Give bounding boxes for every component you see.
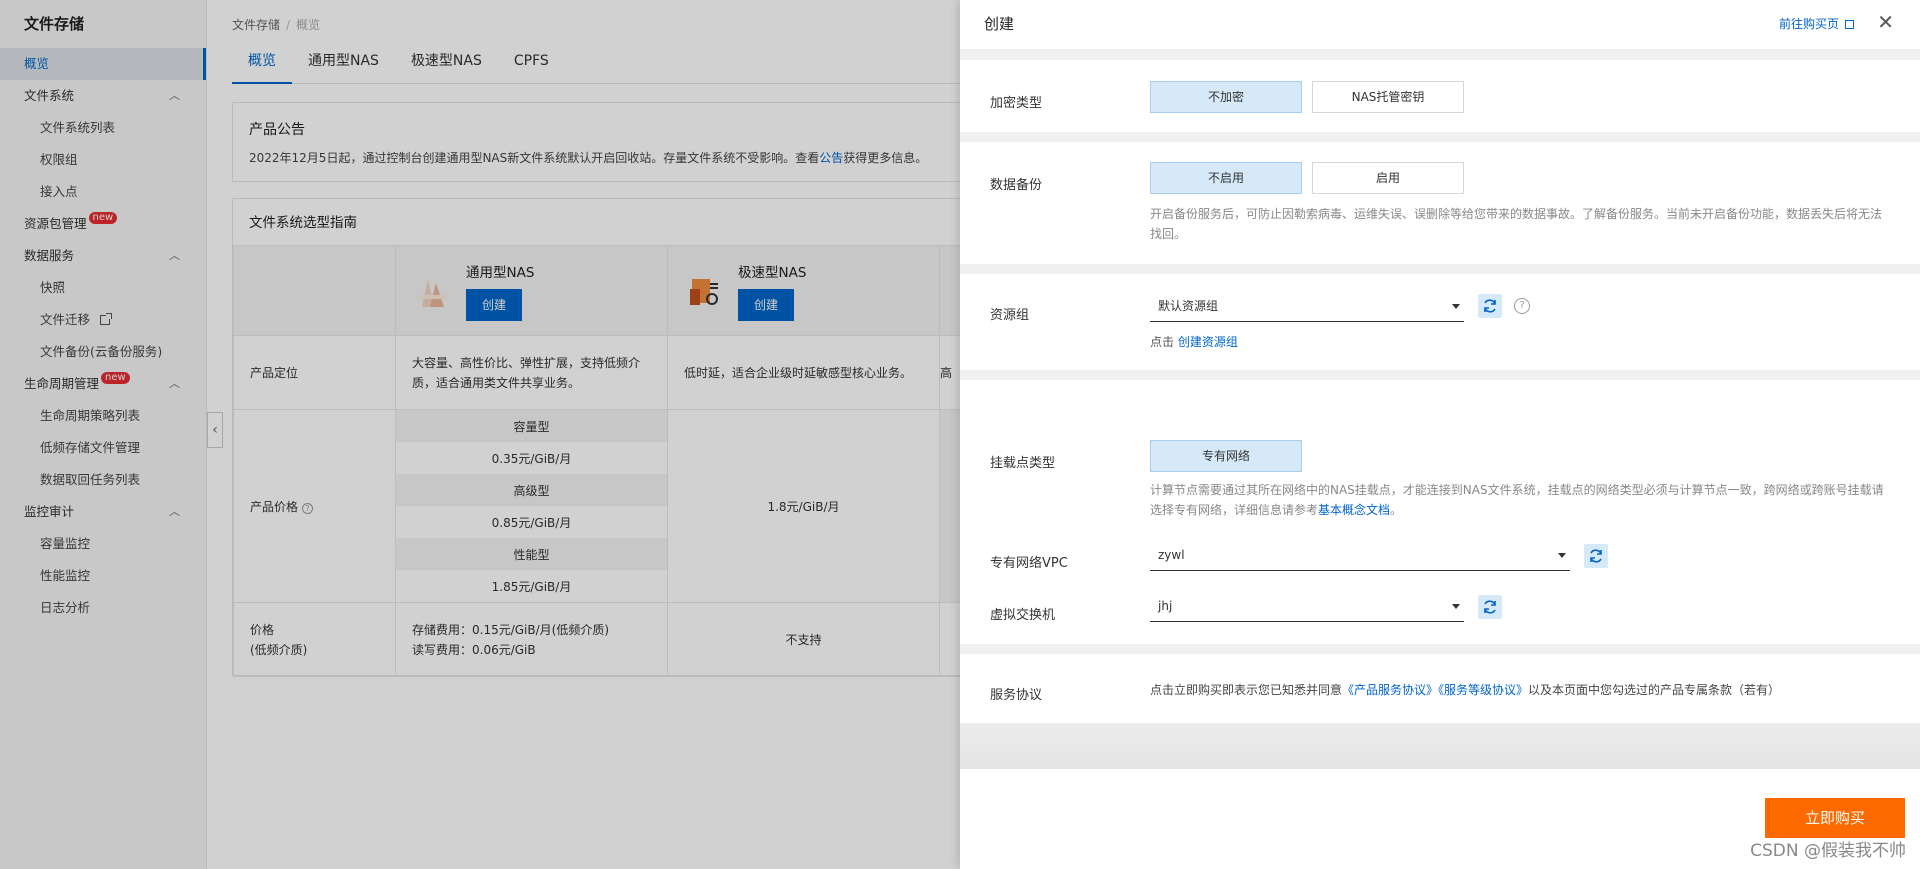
mount-type-label: 挂载点类型 [990, 456, 1056, 471]
agreement-section: 服务协议 点击立即购买即表示您已知悉并同意《产品服务协议》《服务等级协议》以及本… [960, 654, 1920, 723]
encryption-option-none[interactable]: 不加密 [1150, 81, 1302, 113]
drawer-title: 创建 [984, 15, 1015, 33]
external-link-icon [1845, 20, 1854, 29]
chevron-down-icon [1558, 553, 1566, 558]
refresh-icon[interactable] [1478, 294, 1502, 318]
resource-group-section: 资源组 默认资源组 ? 点击 创建资源组 [960, 274, 1920, 370]
refresh-icon[interactable] [1478, 595, 1502, 619]
chevron-down-icon [1452, 604, 1460, 609]
basic-concepts-doc-link[interactable]: 基本概念文档 [1318, 503, 1390, 517]
vswitch-label: 虚拟交换机 [990, 608, 1056, 623]
create-drawer: 创建 前往购买页 ✕ 加密类型 不加密 NAS托管密钥 数据备份 不启用 启用 … [960, 0, 1920, 869]
mount-type-option-vpc[interactable]: 专有网络 [1150, 440, 1302, 472]
resource-group-help-icon[interactable]: ? [1514, 298, 1530, 314]
encryption-option-nas-managed-key[interactable]: NAS托管密钥 [1312, 81, 1464, 113]
close-icon[interactable]: ✕ [1877, 10, 1894, 34]
agreement-label: 服务协议 [990, 688, 1043, 703]
chevron-down-icon [1452, 304, 1460, 309]
vswitch-select[interactable]: jhj [1150, 592, 1464, 622]
go-to-buy-page-link[interactable]: 前往购买页 [1779, 15, 1854, 32]
agreement-text: 点击立即购买即表示您已知悉并同意《产品服务协议》《服务等级协议》以及本页面中您勾… [1150, 683, 1781, 697]
resource-group-select[interactable]: 默认资源组 [1150, 292, 1464, 322]
encryption-label: 加密类型 [990, 96, 1043, 111]
product-service-agreement-link[interactable]: 《产品服务协议》 [1342, 683, 1438, 697]
modal-overlay[interactable] [0, 0, 960, 869]
buy-now-button[interactable]: 立即购买 [1765, 798, 1905, 838]
resource-group-hint: 点击 创建资源组 [1150, 335, 1238, 349]
vpc-label: 专有网络VPC [990, 556, 1068, 571]
mount-type-hint: 计算节点需要通过其所在网络中的NAS挂载点，才能连接到NAS文件系统，挂载点的网… [1150, 483, 1884, 517]
encryption-section: 加密类型 不加密 NAS托管密钥 [960, 60, 1920, 132]
backup-label: 数据备份 [990, 178, 1043, 193]
drawer-footer: 立即购买 CSDN @假装我不帅 [960, 769, 1920, 869]
watermark: CSDN @假装我不帅 [1750, 841, 1906, 861]
create-resource-group-link[interactable]: 创建资源组 [1178, 335, 1238, 349]
backup-section: 数据备份 不启用 启用 开启备份服务后，可防止因勒索病毒、运维失误、误删除等给您… [960, 142, 1920, 264]
network-section: 挂载点类型 专有网络 计算节点需要通过其所在网络中的NAS挂载点，才能连接到NA… [960, 380, 1920, 644]
backup-hint: 开启备份服务后，可防止因勒索病毒、运维失误、误删除等给您带来的数据事故。了解备份… [1150, 207, 1883, 241]
refresh-icon[interactable] [1584, 544, 1608, 568]
backup-option-disabled[interactable]: 不启用 [1150, 162, 1302, 194]
vpc-select[interactable]: zywl [1150, 541, 1570, 571]
footer-divider [960, 723, 1920, 769]
resource-group-label: 资源组 [990, 308, 1030, 323]
sla-agreement-link[interactable]: 《服务等级协议》 [1438, 683, 1528, 697]
backup-option-enabled[interactable]: 启用 [1312, 162, 1464, 194]
drawer-header: 创建 前往购买页 ✕ [960, 0, 1920, 50]
